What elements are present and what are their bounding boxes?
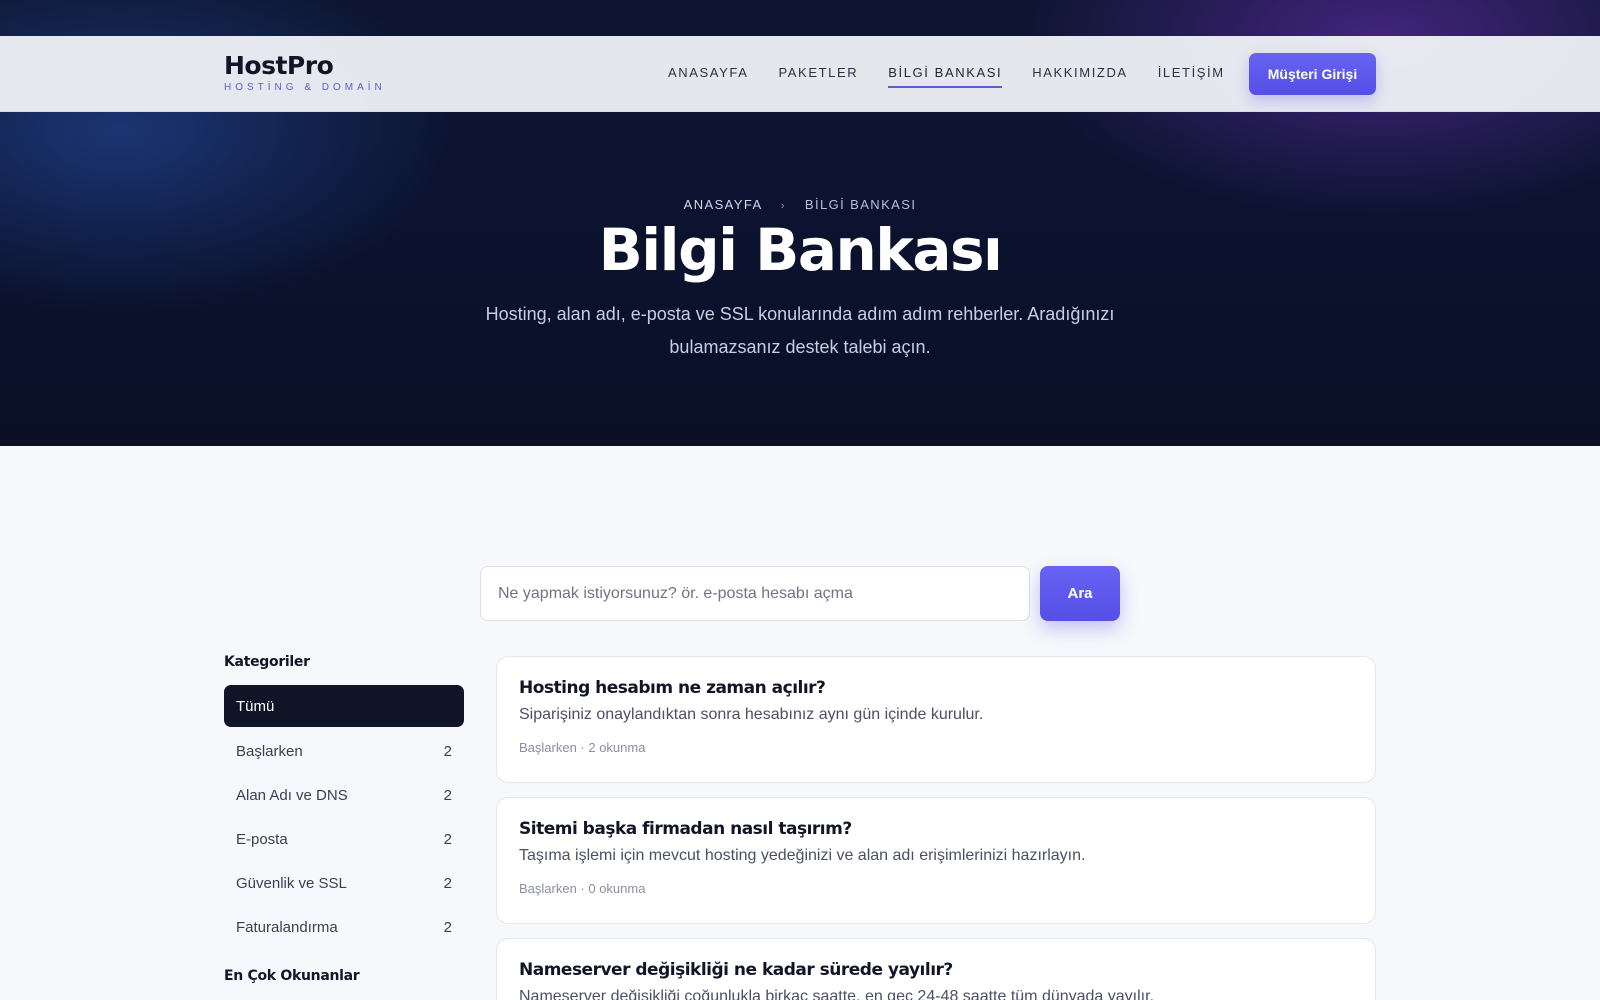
article-card[interactable]: Hosting hesabım ne zaman açılır? Sipariş…: [496, 656, 1376, 783]
page-subtitle: Hosting, alan adı, e-posta ve SSL konula…: [485, 304, 1115, 357]
nav-link-paketler[interactable]: PAKETLER: [778, 64, 858, 88]
brand-logo[interactable]: HostPro HOSTİNG & DOMAİN: [224, 51, 386, 94]
article-meta: Başlarken · 0 okunma: [519, 881, 646, 896]
main-nav: ANASAYFA PAKETLER BİLGİ BANKASI HAKKIMIZ…: [668, 64, 1255, 88]
categories-heading: Kategoriler: [224, 654, 310, 670]
popular-heading: En Çok Okunanlar: [224, 968, 360, 984]
category-label: Başlarken: [236, 742, 303, 760]
category-item-guvenlik-ssl[interactable]: Güvenlik ve SSL 2: [224, 861, 464, 905]
customer-login-button[interactable]: Müşteri Girişi: [1249, 53, 1376, 95]
nav-link-bilgi-bankasi[interactable]: BİLGİ BANKASI: [888, 64, 1003, 88]
navbar: HostPro HOSTİNG & DOMAİN ANASAYFA PAKETL…: [0, 36, 1600, 112]
category-item-e-posta[interactable]: E-posta 2: [224, 817, 464, 861]
category-label: Alan Adı ve DNS: [236, 786, 348, 804]
category-count: 2: [443, 874, 452, 892]
article-card[interactable]: Sitemi başka firmadan nasıl taşırım? Taş…: [496, 797, 1376, 924]
category-label: Tümü: [236, 697, 275, 715]
category-item-faturalandirma[interactable]: Faturalandırma 2: [224, 905, 464, 949]
category-count: 2: [443, 918, 452, 936]
article-title[interactable]: Sitemi başka firmadan nasıl taşırım?: [519, 818, 1353, 840]
article-summary: Taşıma işlemi için mevcut hosting yedeği…: [519, 847, 1086, 864]
article-title[interactable]: Nameserver değişikliği ne kadar sürede y…: [519, 959, 1353, 981]
category-list: Tümü Başlarken 2 Alan Adı ve DNS 2 E-pos…: [224, 685, 464, 949]
chevron-right-icon: ›: [780, 200, 786, 212]
nav-link-anasayfa[interactable]: ANASAYFA: [668, 64, 748, 88]
article-meta: Başlarken · 2 okunma: [519, 740, 646, 755]
category-label: Faturalandırma: [236, 918, 338, 936]
category-count: 2: [443, 786, 452, 804]
category-label: Güvenlik ve SSL: [236, 874, 347, 892]
nav-link-hakkimizda[interactable]: HAKKIMIZDA: [1032, 64, 1127, 88]
brand-name: HostPro: [224, 51, 334, 80]
breadcrumb-home-link[interactable]: ANASAYFA: [684, 197, 762, 212]
search-input[interactable]: [480, 566, 1030, 621]
article-title[interactable]: Hosting hesabım ne zaman açılır?: [519, 677, 1353, 699]
article-summary: Nameserver değişikliği çoğunlukla birkaç…: [519, 988, 1155, 1000]
breadcrumb: ANASAYFA › BİLGİ BANKASI: [0, 197, 1600, 212]
nav-link-iletisim[interactable]: İLETİŞİM: [1158, 64, 1225, 88]
article-card[interactable]: Nameserver değişikliği ne kadar sürede y…: [496, 938, 1376, 1000]
breadcrumb-current: BİLGİ BANKASI: [804, 197, 917, 212]
category-item-alan-adi-dns[interactable]: Alan Adı ve DNS 2: [224, 773, 464, 817]
search-button[interactable]: Ara: [1040, 566, 1120, 621]
category-item-tumu[interactable]: Tümü: [224, 685, 464, 727]
category-item-baslarken[interactable]: Başlarken 2: [224, 729, 464, 773]
category-count: 2: [443, 830, 452, 848]
category-label: E-posta: [236, 830, 288, 848]
brand-tagline: HOSTİNG & DOMAİN: [224, 82, 386, 93]
article-summary: Siparişiniz onaylandıktan sonra hesabını…: [519, 706, 984, 723]
category-count: 2: [443, 742, 452, 760]
page-title: Bilgi Bankası: [598, 216, 1003, 284]
